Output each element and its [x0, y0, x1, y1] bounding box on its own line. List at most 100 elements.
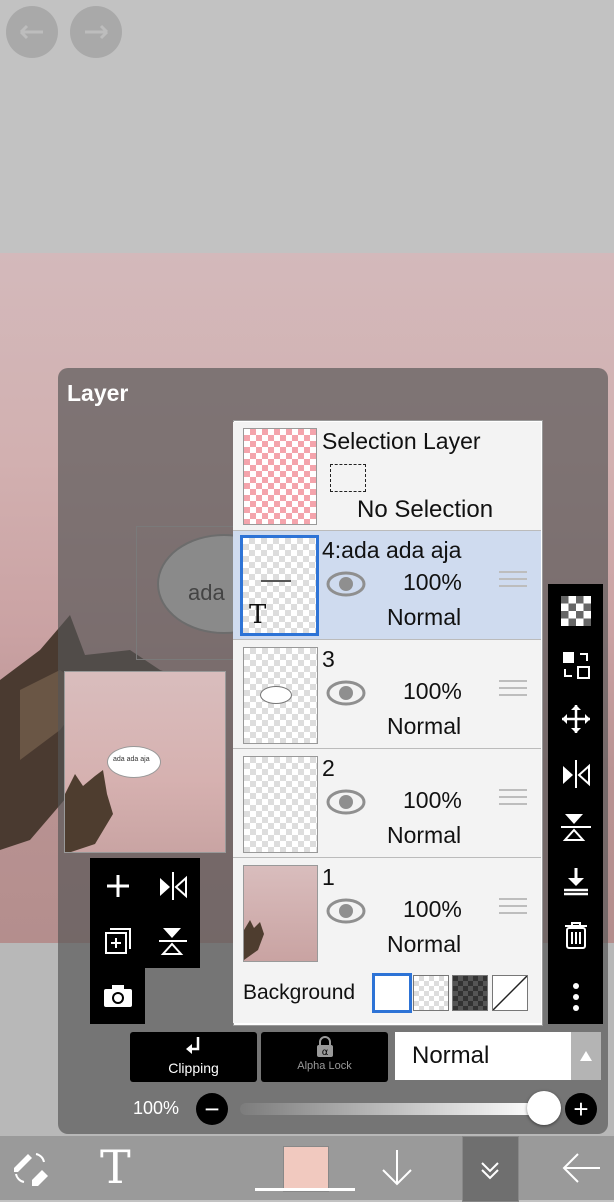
- background-label: Background: [243, 981, 356, 1004]
- opacity-slider-track[interactable]: [240, 1103, 540, 1115]
- move-layer-button[interactable]: [548, 692, 603, 746]
- flip-vertical-button[interactable]: [548, 800, 603, 854]
- eye-icon[interactable]: [326, 569, 366, 599]
- background-white-option[interactable]: [372, 973, 412, 1013]
- text-layer-icon: T: [249, 600, 267, 630]
- plus-icon: +: [573, 1094, 589, 1124]
- flip-horizontal-icon: [159, 871, 187, 900]
- layer-row-3[interactable]: 3 100% Normal: [233, 640, 541, 749]
- download-button[interactable]: [378, 1148, 418, 1188]
- undo-icon: [19, 24, 43, 40]
- flip-vertical-icon: [560, 814, 591, 841]
- redo-button[interactable]: [70, 6, 122, 58]
- swap-layers-icon: [562, 652, 590, 679]
- selection-layer-thumbnail: [243, 428, 317, 525]
- svg-text:α: α: [321, 1047, 328, 1058]
- eye-icon[interactable]: [326, 896, 366, 926]
- alpha-lock-button[interactable]: α Alpha Lock: [261, 1032, 388, 1082]
- double-chevron-down-icon: [481, 1162, 499, 1180]
- clipping-label: Clipping: [168, 1060, 219, 1076]
- arrow-left-icon: [562, 1153, 600, 1183]
- opacity-increase-button[interactable]: +: [565, 1093, 597, 1125]
- background-transparent-dark-option[interactable]: [452, 975, 488, 1011]
- minus-icon: −: [204, 1094, 220, 1124]
- layer-actions-panel: [90, 858, 200, 968]
- layers-toggle-button[interactable]: [462, 1136, 519, 1202]
- selection-marquee-icon: [330, 464, 366, 492]
- merge-down-button[interactable]: [548, 854, 603, 908]
- layer-2-blend-mode: Normal: [387, 822, 462, 848]
- color-swatch[interactable]: [283, 1146, 329, 1192]
- pen-eraser-switch-button[interactable]: [10, 1148, 54, 1188]
- layer-4-opacity: 100%: [403, 569, 462, 595]
- text-tool-button[interactable]: T: [100, 1140, 131, 1194]
- layer-1-opacity: 100%: [403, 896, 462, 922]
- camera-icon: [103, 984, 132, 1007]
- layer-row-1[interactable]: 1 100% Normal: [233, 858, 541, 967]
- merge-down-icon: [563, 868, 588, 896]
- selection-layer-name: Selection Layer: [322, 428, 481, 454]
- opacity-slider-knob[interactable]: [527, 1091, 561, 1125]
- background-none-option[interactable]: [492, 975, 528, 1011]
- transparency-lock-button[interactable]: [548, 584, 603, 638]
- background-row: Background: [233, 965, 541, 1023]
- layer-4-blend-mode: Normal: [387, 604, 462, 630]
- drag-handle-icon[interactable]: [499, 789, 527, 811]
- blend-mode-dropdown-button[interactable]: [571, 1032, 601, 1080]
- opacity-value: 100%: [133, 1098, 180, 1118]
- more-options-button[interactable]: [548, 970, 603, 1024]
- flip-horizontal-button[interactable]: [548, 746, 603, 800]
- opacity-decrease-button[interactable]: −: [196, 1093, 228, 1125]
- add-layer-button[interactable]: [90, 858, 145, 913]
- trash-icon: [564, 922, 587, 949]
- clipping-arrow-icon: [185, 1037, 199, 1054]
- layer-1-blend-mode: Normal: [387, 931, 462, 957]
- flip-horizontal-layer-button[interactable]: [145, 858, 200, 913]
- checkerboard-icon: [560, 596, 591, 626]
- color-swatch-underline: [255, 1188, 355, 1191]
- duplicate-layer-button[interactable]: [90, 913, 145, 968]
- triangle-up-icon: [580, 1051, 592, 1061]
- layer-actions-panel-lower: [90, 968, 145, 1024]
- blend-mode-select[interactable]: Normal: [395, 1032, 571, 1080]
- layer-2-thumbnail: [243, 756, 318, 853]
- eye-icon[interactable]: [326, 787, 366, 817]
- layer-row-4[interactable]: T 4:ada ada aja 100% Normal: [233, 531, 541, 640]
- flip-vertical-layer-button[interactable]: [145, 913, 200, 968]
- reference-layer-button[interactable]: [548, 638, 603, 692]
- flip-vertical-icon: [158, 927, 187, 955]
- move-icon: [561, 705, 590, 733]
- layer-2-opacity: 100%: [403, 787, 462, 813]
- preview-bubble-text: ada ada aja: [113, 756, 150, 763]
- layer-row-2[interactable]: 2 100% Normal: [233, 749, 541, 858]
- plus-icon: [106, 874, 129, 897]
- selection-layer-row[interactable]: Selection Layer No Selection: [233, 422, 541, 531]
- canvas-preview: ada ada aja: [64, 671, 226, 853]
- layer-4-name: 4:ada ada aja: [322, 537, 462, 563]
- back-button[interactable]: [560, 1150, 604, 1186]
- duplicate-icon: [104, 927, 131, 954]
- camera-import-button[interactable]: [90, 968, 145, 1023]
- redo-icon: [85, 24, 109, 40]
- pen-eraser-icon: [14, 1153, 48, 1186]
- drag-handle-icon[interactable]: [499, 898, 527, 920]
- clipping-button[interactable]: Clipping: [130, 1032, 257, 1082]
- alpha-lock-label: Alpha Lock: [297, 1060, 352, 1072]
- panel-title: Layer: [67, 380, 129, 406]
- layer-4-text-preview: [261, 580, 291, 582]
- delete-layer-button[interactable]: [548, 908, 603, 962]
- layer-3-blend-mode: Normal: [387, 713, 462, 739]
- flip-horizontal-icon: [562, 760, 590, 788]
- selection-status: No Selection: [357, 496, 494, 523]
- bottom-toolbar: T: [0, 1136, 614, 1202]
- layer-tools-sidebar: [548, 584, 603, 1024]
- background-transparent-light-option[interactable]: [413, 975, 449, 1011]
- drag-handle-icon[interactable]: [499, 571, 527, 593]
- layer-1-name: 1: [322, 864, 335, 890]
- undo-button[interactable]: [6, 6, 58, 58]
- drag-handle-icon[interactable]: [499, 680, 527, 702]
- layer-3-opacity: 100%: [403, 678, 462, 704]
- eye-icon[interactable]: [326, 678, 366, 708]
- blend-mode-value: Normal: [412, 1042, 490, 1069]
- speech-bubble-text: ada: [188, 580, 225, 605]
